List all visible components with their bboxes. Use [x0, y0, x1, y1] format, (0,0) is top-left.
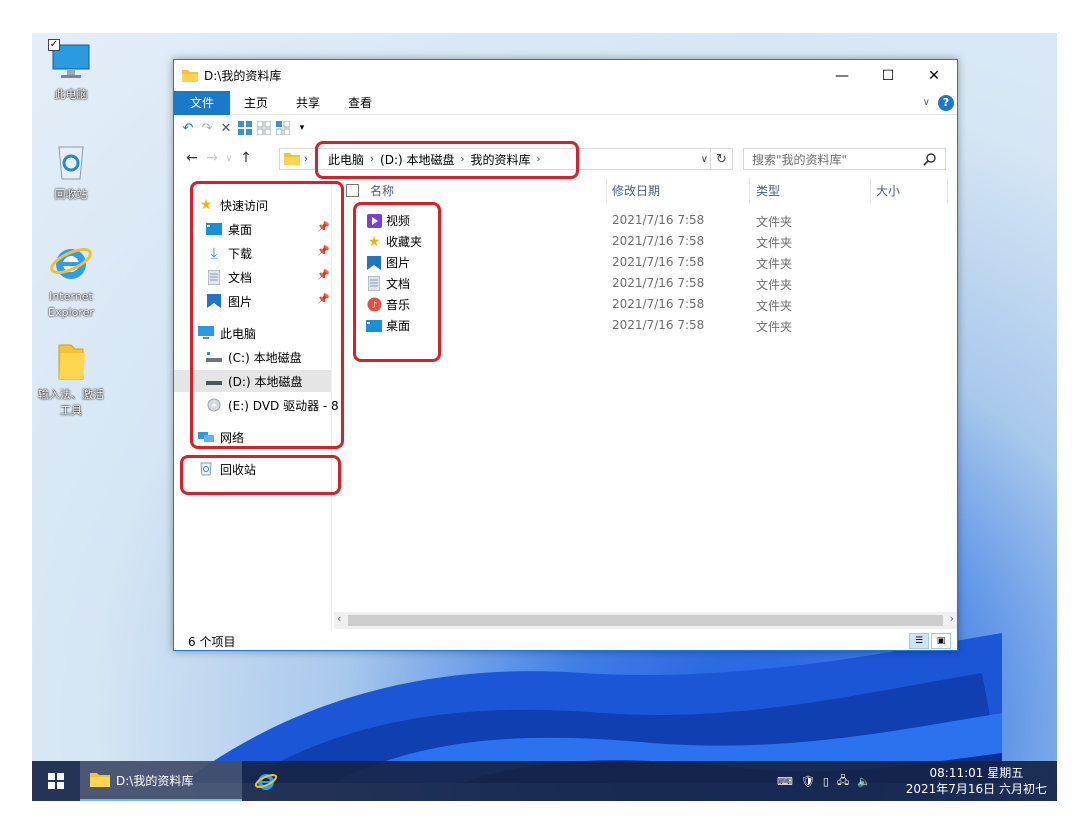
address-dropdown-icon[interactable]: ∨	[701, 154, 708, 165]
scroll-right-icon[interactable]: ›	[950, 612, 954, 625]
taskbar-app-label: D:\我的资料库	[116, 773, 194, 788]
highlight-nav-pane	[190, 181, 344, 449]
desktop-icon-label: 输入法、激活	[38, 388, 104, 401]
taskbar-explorer-app[interactable]: D:\我的资料库	[80, 761, 242, 801]
quick-access-toolbar: ↶ ↷ ✕ ▾	[174, 115, 957, 141]
folder-icon	[58, 344, 85, 380]
screenshot-frame: 此电脑 ✓ 回收站 Internet Explorer 输入法、激活 工具 D:…	[0, 0, 1089, 835]
file-type: 文件夹	[756, 320, 793, 334]
highlight-file-list	[353, 202, 441, 362]
folder-icon	[182, 69, 198, 82]
network-tray-icon[interactable]: 🖧	[837, 772, 849, 791]
scroll-left-icon[interactable]: ‹	[337, 612, 341, 625]
close-button[interactable]: ✕	[911, 60, 957, 91]
folder-icon	[90, 773, 110, 787]
back-icon[interactable]: ←	[182, 150, 202, 166]
file-date: 2021/7/16 7:58	[612, 255, 705, 269]
start-button[interactable]	[32, 761, 80, 801]
minimize-button[interactable]: —	[819, 60, 865, 91]
keyboard-icon[interactable]: ⌨	[777, 775, 793, 788]
search-icon	[923, 153, 936, 166]
details-view-icon[interactable]: ☰	[909, 633, 929, 649]
folder-icon	[284, 153, 300, 165]
help-icon[interactable]: ?	[938, 94, 954, 111]
column-header-size[interactable]: 大小	[876, 178, 900, 203]
usb-device-icon[interactable]: ▯	[823, 775, 829, 788]
highlight-recycle-bin	[180, 455, 341, 495]
grid-view-icon[interactable]	[256, 120, 272, 136]
tab-view[interactable]: 查看	[334, 91, 386, 115]
file-date: 2021/7/16 7:58	[612, 213, 705, 227]
tab-file[interactable]: 文件	[174, 90, 231, 115]
breadcrumb-separator-icon[interactable]: ›	[304, 154, 308, 165]
search-input[interactable]: 搜索"我的资料库"	[743, 148, 946, 170]
file-type: 文件夹	[756, 257, 793, 271]
refresh-button[interactable]: ↻	[711, 148, 733, 170]
column-header-date[interactable]: 修改日期	[612, 178, 660, 203]
desktop-icon-label: 回收站	[54, 188, 88, 201]
system-tray: ⌨ 🛡 ▯ 🖧 🔈	[777, 761, 871, 801]
file-type: 文件夹	[756, 299, 793, 313]
customize-toolbar-icon[interactable]: ▾	[294, 120, 310, 136]
redo-icon[interactable]: ↷	[199, 120, 215, 136]
desktop-icon-label: 此电脑	[54, 88, 88, 101]
desktop-icon-label: Internet	[49, 290, 93, 303]
search-placeholder: 搜索"我的资料库"	[752, 152, 848, 167]
highlight-address-bar	[315, 141, 579, 179]
file-date: 2021/7/16 7:58	[612, 318, 705, 332]
windows-logo-icon	[48, 773, 64, 789]
desktop-icon-label: 工具	[60, 404, 82, 417]
desktop-icon-ie[interactable]: Internet Explorer	[32, 239, 111, 321]
forward-icon[interactable]: →	[202, 150, 222, 166]
delete-icon[interactable]: ✕	[218, 120, 234, 136]
taskbar: D:\我的资料库 ⌨ 🛡 ▯ 🖧 🔈 08:11:01 星期五 2021年7月1…	[32, 761, 1057, 801]
scrollbar-thumb[interactable]	[348, 615, 943, 626]
explorer-window: D:\我的资料库 — ☐ ✕ 文件 主页 共享 查看 ∨ ? ↶ ↷ ✕ ▾ ←…	[173, 59, 958, 651]
file-date: 2021/7/16 7:58	[612, 276, 705, 290]
taskbar-ie-app[interactable]	[242, 761, 290, 801]
undo-icon[interactable]: ↶	[180, 120, 196, 136]
large-icons-view-icon[interactable]: ▣	[931, 633, 951, 649]
desktop-icon-label: Explorer	[48, 306, 94, 319]
up-icon[interactable]: ↑	[236, 150, 256, 166]
item-count: 6 个项目	[188, 634, 236, 649]
status-bar: 6 个项目 ☰ ▣	[174, 631, 957, 651]
ie-icon	[50, 248, 92, 279]
tab-home[interactable]: 主页	[230, 91, 282, 115]
desktop: 此电脑 ✓ 回收站 Internet Explorer 输入法、激活 工具 D:…	[32, 33, 1057, 801]
volume-icon[interactable]: 🔈	[857, 775, 871, 788]
window-title: D:\我的资料库	[204, 69, 282, 83]
taskbar-clock[interactable]: 08:11:01 星期五 2021年7月16日 六月初七	[906, 765, 1047, 797]
select-icon[interactable]	[275, 120, 291, 136]
file-date: 2021/7/16 7:58	[612, 297, 705, 311]
recycle-bin-icon	[58, 146, 84, 180]
security-shield-icon[interactable]: 🛡	[801, 775, 815, 788]
desktop-icon-recycle-bin[interactable]: 回收站	[32, 139, 111, 203]
clock-time: 08:11:01 星期五	[929, 766, 1024, 780]
ribbon-tabs: 文件 主页 共享 查看 ∨ ?	[174, 90, 957, 115]
ie-icon	[254, 774, 278, 790]
column-header-type[interactable]: 类型	[756, 178, 780, 203]
file-type: 文件夹	[756, 278, 793, 292]
file-type: 文件夹	[756, 215, 793, 229]
desktop-icon-tools-folder[interactable]: 输入法、激活 工具	[32, 339, 111, 419]
select-all-checkbox[interactable]	[346, 184, 359, 197]
title-bar: D:\我的资料库 — ☐ ✕	[174, 60, 957, 91]
file-date: 2021/7/16 7:58	[612, 234, 705, 248]
chevron-down-icon[interactable]: ∨	[923, 97, 930, 108]
maximize-button[interactable]: ☐	[865, 60, 911, 91]
clock-date: 2021年7月16日 六月初七	[905, 782, 1047, 796]
properties-icon[interactable]	[237, 120, 253, 136]
column-header-name[interactable]: 名称	[370, 178, 394, 203]
horizontal-scrollbar[interactable]: ‹ ›	[334, 612, 957, 629]
recent-locations-icon[interactable]: ∨	[222, 153, 236, 164]
tab-share[interactable]: 共享	[282, 91, 334, 115]
checkbox-icon[interactable]: ✓	[48, 39, 60, 51]
desktop-icon-this-pc[interactable]: 此电脑	[32, 39, 111, 103]
file-type: 文件夹	[756, 236, 793, 250]
